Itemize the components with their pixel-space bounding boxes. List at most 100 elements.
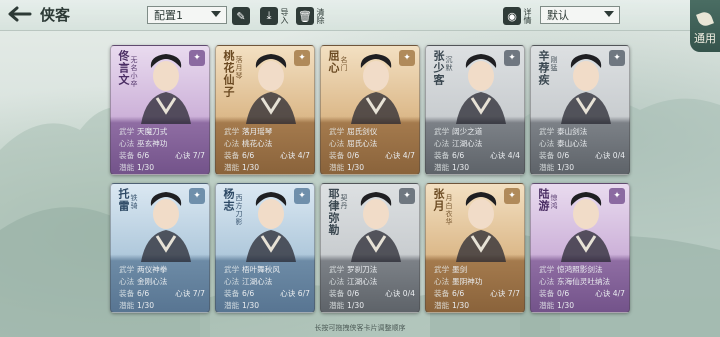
stat-label: 心诀 [280, 151, 296, 160]
stat-label: 武学 [329, 265, 345, 274]
detail-label: 详情 [523, 8, 532, 24]
stat-value: 4/4 [507, 151, 520, 160]
stat-value: 巫玄神功 [137, 139, 168, 148]
stat-juezhu: 心诀 0/4 [595, 150, 625, 162]
hero-title: 名门 [340, 56, 348, 72]
stat-juezhu: 心诀 4/7 [385, 150, 415, 162]
stat-juezhu: 心诀 7/7 [490, 288, 520, 300]
hero-card[interactable]: 佟言文 无名小卒 ✦ 武学 天魔刀式 心法 巫玄神功 装备 6/6 心诀 7/7… [110, 45, 210, 175]
stat-value: 0/4 [402, 289, 415, 298]
stat-value: 1/30 [557, 163, 575, 172]
stat-row-qianneng: 潜能 1/30 [434, 162, 524, 174]
broom-icon[interactable]: ✦ [399, 188, 415, 204]
stat-row-zhuangbei: 装备 0/6 心诀 0/4 [539, 150, 629, 162]
config-select[interactable]: 配置1 [147, 6, 227, 24]
stat-row-xinfa: 心法 江湖心法 [329, 276, 419, 288]
hero-card[interactable]: 张月 月白衣华 ✦ 武学 墨剑 心法 墨阴神功 装备 6/6 心诀 7/7 潜能 [425, 183, 525, 313]
detail-toggle[interactable]: ◉ 详情 [503, 4, 532, 28]
hero-card[interactable]: 杨志 西方刀影 ✦ 武学 梧叶舞秋风 心法 江湖心法 装备 6/6 心诀 6/7… [215, 183, 315, 313]
stat-label: 武学 [434, 127, 450, 136]
stat-value: 1/30 [137, 163, 155, 172]
stat-value: 惊鸿照影剑法 [557, 265, 603, 274]
hero-card[interactable]: 耶律弥勒 契丹 ✦ 武学 罗刹刀法 心法 江湖心法 装备 0/6 心诀 0/4 … [320, 183, 420, 313]
clear-label: 清除 [316, 8, 325, 24]
hero-stats: 武学 屈氏剑仪 心法 屈氏心法 装备 0/6 心诀 4/7 潜能 1/30 [321, 124, 419, 174]
broom-icon[interactable]: ✦ [399, 50, 415, 66]
broom-icon[interactable]: ✦ [189, 50, 205, 66]
stat-label: 心法 [119, 139, 135, 148]
leaf-icon [696, 10, 714, 28]
stat-label: 装备 [119, 151, 135, 160]
stat-label: 心诀 [490, 151, 506, 160]
top-bar: 侠客 配置1 ✎ ⤓ 导入 🗑 清除 ◉ 详情 默认 [0, 0, 720, 31]
broom-icon[interactable]: ✦ [609, 50, 625, 66]
stat-juezhu: 心诀 4/7 [595, 288, 625, 300]
stat-row-qianneng: 潜能 1/30 [224, 162, 314, 174]
stat-row-wuxue: 武学 天魔刀式 [119, 126, 209, 138]
stat-value: 泰山剑法 [557, 127, 588, 136]
stat-row-zhuangbei: 装备 6/6 心诀 4/4 [434, 150, 524, 162]
stat-label: 心法 [224, 139, 240, 148]
import-button[interactable]: ⤓ 导入 [260, 4, 289, 28]
stat-label: 潜能 [434, 301, 450, 310]
broom-icon[interactable]: ✦ [504, 188, 520, 204]
stat-row-qianneng: 潜能 1/30 [119, 300, 209, 312]
stat-value: 7/7 [192, 289, 205, 298]
rename-button[interactable]: ✎ [232, 4, 250, 28]
hero-card[interactable]: 张少客 沉默 ✦ 武学 阔少之道 心法 江湖心法 装备 6/6 心诀 4/4 潜… [425, 45, 525, 175]
stat-row-wuxue: 武学 罗刹刀法 [329, 264, 419, 276]
stat-row-xinfa: 心法 巫玄神功 [119, 138, 209, 150]
general-side-tab[interactable]: 通用 [690, 0, 720, 52]
hero-card[interactable]: 桃花仙子 落月琴 ✦ 武学 落月瑶琴 心法 桃花心法 装备 6/6 心诀 4/7… [215, 45, 315, 175]
clear-button[interactable]: 🗑 清除 [296, 4, 325, 28]
stat-label: 潜能 [539, 163, 555, 172]
stat-row-zhuangbei: 装备 6/6 心诀 4/7 [224, 150, 314, 162]
stat-label: 心诀 [175, 289, 191, 298]
hero-card[interactable]: 辛荐疾 刚猛 ✦ 武学 泰山剑法 心法 泰山心法 装备 0/6 心诀 0/4 潜… [530, 45, 630, 175]
stat-row-xinfa: 心法 屈氏心法 [329, 138, 419, 150]
back-arrow-icon [8, 6, 32, 22]
hero-title: 契丹 [340, 194, 348, 210]
broom-icon[interactable]: ✦ [504, 50, 520, 66]
stat-label: 装备 [119, 289, 135, 298]
stat-label: 心法 [119, 277, 135, 286]
stat-label: 装备 [329, 151, 345, 160]
broom-icon[interactable]: ✦ [609, 188, 625, 204]
sort-select[interactable]: 默认 [540, 6, 620, 24]
stat-row-wuxue: 武学 墨剑 [434, 264, 524, 276]
stat-row-zhuangbei: 装备 0/6 心诀 4/7 [539, 288, 629, 300]
stat-value: 桃花心法 [242, 139, 273, 148]
stat-value: 江湖心法 [242, 277, 273, 286]
hero-card[interactable]: 托雷 铁骑 ✦ 武学 两仪神拳 心法 金刚心法 装备 6/6 心诀 7/7 潜能 [110, 183, 210, 313]
stat-row-qianneng: 潜能 1/30 [539, 300, 629, 312]
stat-value: 1/30 [452, 163, 470, 172]
stat-value: 1/30 [347, 163, 365, 172]
broom-icon[interactable]: ✦ [294, 50, 310, 66]
stat-label: 心诀 [385, 289, 401, 298]
stat-row-zhuangbei: 装备 0/6 心诀 0/4 [329, 288, 419, 300]
hero-title: 西方刀影 [235, 194, 243, 226]
broom-icon[interactable]: ✦ [189, 188, 205, 204]
stat-juezhu: 心诀 4/7 [280, 150, 310, 162]
stat-label: 潜能 [329, 301, 345, 310]
hero-card[interactable]: 陆游 惊鸿 ✦ 武学 惊鸿照影剑法 心法 东海仙灵吐纳法 装备 0/6 心诀 4… [530, 183, 630, 313]
stat-row-zhuangbei: 装备 0/6 心诀 4/7 [329, 150, 419, 162]
stat-label: 武学 [434, 265, 450, 274]
chevron-down-icon [604, 11, 614, 17]
drag-hint: 长按可拖拽侠客卡片调整顺序 [314, 324, 406, 332]
stat-label: 装备 [224, 289, 240, 298]
stat-label: 装备 [434, 289, 450, 298]
stat-label: 心诀 [280, 289, 296, 298]
stat-label: 心诀 [595, 289, 611, 298]
hero-card[interactable]: 屈心 名门 ✦ 武学 屈氏剑仪 心法 屈氏心法 装备 0/6 心诀 4/7 潜能 [320, 45, 420, 175]
stat-row-qianneng: 潜能 1/30 [119, 162, 209, 174]
stat-label: 武学 [539, 265, 555, 274]
back-button[interactable] [4, 3, 34, 25]
stat-label: 心法 [224, 277, 240, 286]
broom-icon[interactable]: ✦ [294, 188, 310, 204]
hero-title: 月白衣华 [445, 194, 453, 226]
hero-title: 惊鸿 [550, 194, 558, 210]
stat-label: 武学 [329, 127, 345, 136]
stat-label: 潜能 [224, 301, 240, 310]
stat-value: 金刚心法 [137, 277, 168, 286]
